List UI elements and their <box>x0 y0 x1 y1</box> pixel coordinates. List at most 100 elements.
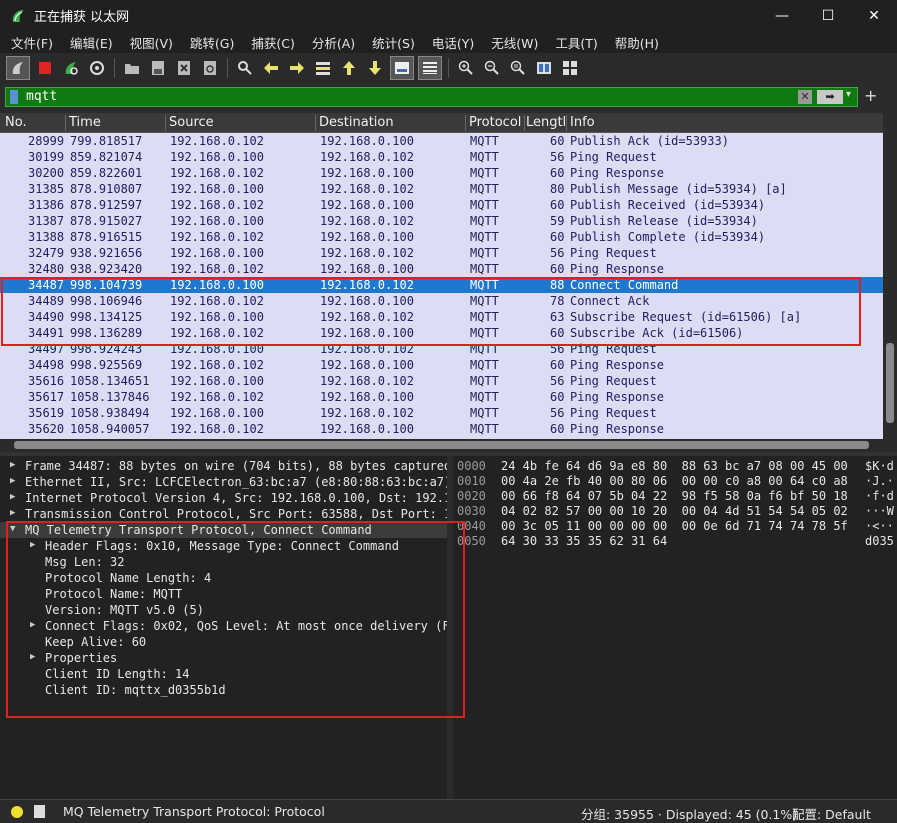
open-file-icon[interactable] <box>121 57 143 79</box>
packet-row[interactable]: 35616 1058.134651 192.168.0.100 192.168.0.1… <box>0 373 883 389</box>
menu-analyze[interactable]: 分析(A) <box>301 33 361 52</box>
packet-row[interactable]: 30199 859.821074 192.168.0.100 192.168.0.10… <box>0 149 883 165</box>
detail-tree-item[interactable]: ▶ Transmission Control Protocol, Src Port… <box>0 506 447 522</box>
display-filter-input[interactable]: mqtt ✕ ➡ ▾ <box>5 87 858 107</box>
go-first-packet-icon[interactable] <box>338 57 360 79</box>
packet-row[interactable]: 32479 938.921656 192.168.0.100 192.168.0.10… <box>0 245 883 261</box>
packet-row[interactable]: 34498 998.925569 192.168.0.102 192.168.0.10… <box>0 357 883 373</box>
go-forward-icon[interactable] <box>286 57 308 79</box>
resize-columns-icon[interactable] <box>533 57 555 79</box>
packet-row[interactable]: 30200 859.822601 192.168.0.102 192.168.0.10… <box>0 165 883 181</box>
close-icon[interactable]: ✕ <box>851 0 897 31</box>
zoom-out-icon[interactable] <box>481 57 503 79</box>
restart-capture-icon[interactable] <box>60 57 82 79</box>
hex-bytes: 24 4b fe 64 d6 9a e8 80 88 63 bc a7 08 0… <box>501 459 848 473</box>
collapsed-arrow-icon[interactable]: ▶ <box>10 508 15 518</box>
close-file-icon[interactable] <box>173 57 195 79</box>
hex-dump-row[interactable]: 0020 00 66 f8 64 07 5b 04 22 98 f5 58 0a … <box>453 489 897 504</box>
packet-list[interactable]: No. Time Source Destination Protocol Len… <box>0 113 883 439</box>
collapsed-arrow-icon[interactable]: ▶ <box>10 492 15 502</box>
expand-subtrees-icon[interactable] <box>559 57 581 79</box>
hex-dump-row[interactable]: 0010 00 4a 2e fb 40 00 80 06 00 00 c0 a8 … <box>453 474 897 489</box>
detail-tree-item[interactable]: ▶ Ethernet II, Src: LCFCElectron_63:bc:a7… <box>0 474 447 490</box>
collapsed-arrow-icon[interactable]: ▶ <box>10 476 15 486</box>
menu-file[interactable]: 文件(F) <box>0 33 59 52</box>
maximize-icon[interactable]: ☐ <box>805 0 851 31</box>
menu-wireless[interactable]: 无线(W) <box>480 33 544 52</box>
capture-options-icon[interactable] <box>86 57 108 79</box>
zoom-normal-icon[interactable] <box>507 57 529 79</box>
cell-no: 31385 <box>28 182 65 196</box>
detail-tree-item[interactable]: ▶ Internet Protocol Version 4, Src: 192.1… <box>0 490 447 506</box>
apply-filter-icon[interactable]: ➡ <box>817 90 843 104</box>
col-header-length[interactable]: Length <box>526 115 565 130</box>
cell-dst: 192.168.0.100 <box>320 262 414 276</box>
packet-row[interactable]: 31388 878.916515 192.168.0.102 192.168.0.10… <box>0 229 883 245</box>
hex-dump-row[interactable]: 0050 64 30 33 35 35 62 31 64 d035 <box>453 534 897 549</box>
scrollbar-thumb[interactable] <box>14 441 869 449</box>
highlight-annotation-box <box>6 521 465 718</box>
packet-row[interactable]: 35619 1058.938494 192.168.0.100 192.168.0.1… <box>0 405 883 421</box>
capture-comment-icon[interactable] <box>34 805 45 818</box>
packet-row[interactable]: 35620 1058.940057 192.168.0.102 192.168.0.1… <box>0 421 883 437</box>
column-divider[interactable] <box>165 115 166 131</box>
packet-row[interactable]: 28999 799.818517 192.168.0.102 192.168.0.10… <box>0 133 883 149</box>
col-header-info[interactable]: Info <box>570 115 595 130</box>
menu-go[interactable]: 跳转(G) <box>179 33 240 52</box>
go-to-packet-icon[interactable] <box>312 57 334 79</box>
column-divider[interactable] <box>524 115 525 131</box>
col-header-source[interactable]: Source <box>169 115 214 130</box>
colorize-icon[interactable] <box>418 56 442 80</box>
menu-help[interactable]: 帮助(H) <box>604 33 665 52</box>
menu-capture[interactable]: 捕获(C) <box>240 33 300 52</box>
cell-src: 192.168.0.100 <box>170 406 264 420</box>
bookmark-icon[interactable] <box>10 90 18 104</box>
hex-dump-row[interactable]: 0030 04 02 82 57 00 00 10 20 00 04 4d 51 … <box>453 504 897 519</box>
packet-list-horizontal-scrollbar[interactable] <box>0 439 883 451</box>
packet-list-vertical-scrollbar[interactable] <box>883 113 897 439</box>
col-header-time[interactable]: Time <box>69 115 101 130</box>
profile-label[interactable]: 配置: Default <box>792 804 871 823</box>
start-capture-icon[interactable] <box>6 56 30 80</box>
go-last-packet-icon[interactable] <box>364 57 386 79</box>
detail-tree-item[interactable]: ▶ Frame 34487: 88 bytes on wire (704 bits… <box>0 458 447 474</box>
col-header-destination[interactable]: Destination <box>319 115 394 130</box>
filter-text[interactable]: mqtt <box>26 89 57 104</box>
find-packet-icon[interactable] <box>234 57 256 79</box>
column-divider[interactable] <box>65 115 66 131</box>
zoom-in-icon[interactable] <box>455 57 477 79</box>
packet-bytes-pane[interactable]: 0000 24 4b fe 64 d6 9a e8 80 88 63 bc a7 … <box>453 456 897 799</box>
hex-dump-row[interactable]: 0000 24 4b fe 64 d6 9a e8 80 88 63 bc a7 … <box>453 459 897 474</box>
status-bar: MQ Telemetry Transport Protocol: Protoco… <box>0 799 897 823</box>
reload-file-icon[interactable] <box>199 57 221 79</box>
menu-view[interactable]: 视图(V) <box>119 33 179 52</box>
hex-dump-row[interactable]: 0040 00 3c 05 11 00 00 00 00 00 0e 6d 71 … <box>453 519 897 534</box>
packet-row[interactable]: 31386 878.912597 192.168.0.102 192.168.0.10… <box>0 197 883 213</box>
cell-no: 28999 <box>28 134 65 148</box>
minimize-icon[interactable]: — <box>759 0 805 31</box>
packet-row[interactable]: 32480 938.923420 192.168.0.102 192.168.0.10… <box>0 261 883 277</box>
packet-row[interactable]: 31385 878.910807 192.168.0.100 192.168.0.10… <box>0 181 883 197</box>
add-filter-button-icon[interactable]: + <box>864 86 877 105</box>
menu-statistics[interactable]: 统计(S) <box>361 33 421 52</box>
go-back-icon[interactable] <box>260 57 282 79</box>
save-file-icon[interactable] <box>147 57 169 79</box>
expert-info-led-icon[interactable] <box>11 806 23 818</box>
col-header-no[interactable]: No. <box>5 115 27 130</box>
packet-row[interactable]: 35617 1058.137846 192.168.0.102 192.168.0.1… <box>0 389 883 405</box>
collapsed-arrow-icon[interactable]: ▶ <box>10 460 15 470</box>
menu-tools[interactable]: 工具(T) <box>544 33 603 52</box>
column-divider[interactable] <box>566 115 567 131</box>
packet-row[interactable]: 31387 878.915027 192.168.0.100 192.168.0.10… <box>0 213 883 229</box>
scrollbar-thumb[interactable] <box>886 343 894 423</box>
col-header-protocol[interactable]: Protocol <box>469 115 521 130</box>
menu-telephony[interactable]: 电话(Y) <box>421 33 480 52</box>
autoscroll-icon[interactable] <box>390 56 414 80</box>
stop-capture-icon[interactable] <box>34 57 56 79</box>
column-divider[interactable] <box>465 115 466 131</box>
clear-filter-icon[interactable]: ✕ <box>798 90 812 104</box>
filter-history-dropdown-icon[interactable]: ▾ <box>846 89 851 100</box>
column-divider[interactable] <box>315 115 316 131</box>
menu-edit[interactable]: 编辑(E) <box>59 33 119 52</box>
cell-info: Ping Response <box>570 358 664 372</box>
